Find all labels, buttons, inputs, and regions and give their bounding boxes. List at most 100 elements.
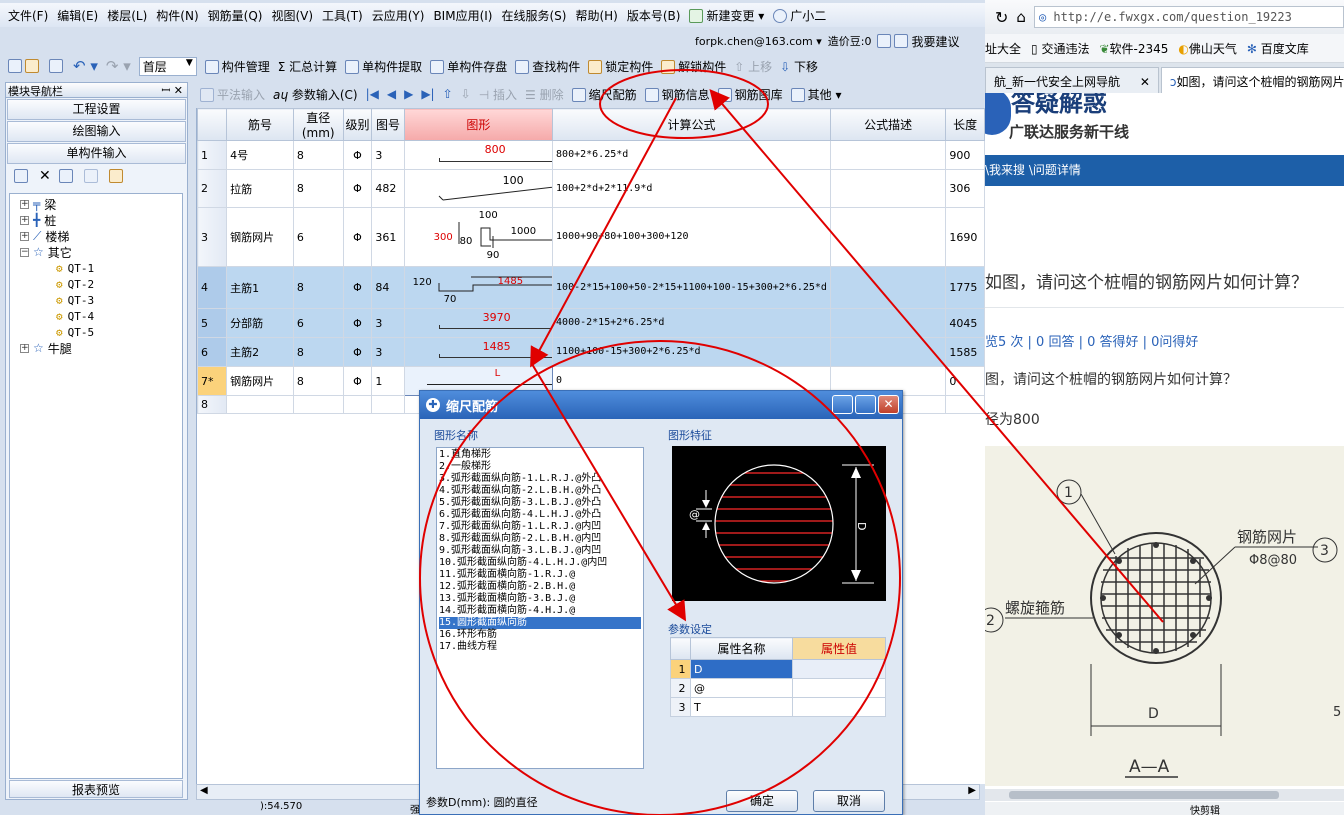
move-down-button[interactable]: ⇩ 下移 [780, 58, 818, 75]
shape-cell[interactable]: 100 [403, 169, 554, 208]
shape-list-item[interactable]: 12.弧形截面横向筋-2.B.H.@ [439, 581, 641, 593]
menu-file[interactable]: 文件(F) [8, 7, 48, 24]
shape-list-item[interactable]: 7.弧形截面纵向筋-1.L.R.J.@内凹 [439, 521, 641, 533]
shape-list-item[interactable]: 2.一般梯形 [439, 461, 641, 473]
save-component-button[interactable]: 单构件存盘 [430, 58, 507, 75]
menu-new-change[interactable]: 新建变更 ▾ [689, 7, 764, 24]
unlock-component-button[interactable]: 解锁构件 [661, 58, 726, 75]
tree-leaf-qt2[interactable]: ⚙ QT-2 [56, 276, 94, 292]
save-icon[interactable] [49, 59, 63, 73]
nav-pin-close-icon[interactable]: ꟷ ✕ [161, 83, 183, 97]
address-bar[interactable]: ◎ http://e.fwxgx.com/question_19223 [1033, 6, 1344, 28]
delete-x-icon[interactable]: ✕ [39, 168, 51, 184]
other-button[interactable]: 其他 ▾ [790, 86, 842, 103]
first-record-icon[interactable]: |◀ [366, 87, 379, 101]
copy-icon[interactable] [58, 169, 73, 183]
tab-nav[interactable]: 航_新一代安全上网导航 ✕ [985, 67, 1159, 93]
shape-cell[interactable]: 800 [403, 140, 554, 170]
flat-input-button[interactable]: 平法输入 [200, 86, 265, 103]
shape-list-item[interactable]: 17.曲线方程 [439, 641, 641, 653]
param-row-spacing[interactable]: 2 @ [670, 678, 886, 698]
tree-leaf-qt1[interactable]: ⚙ QT-1 [56, 260, 94, 276]
minimize-button[interactable] [832, 395, 853, 414]
paste-icon[interactable] [83, 169, 98, 183]
shape-list-item[interactable]: 4.弧形截面纵向筋-2.L.B.H.@外凸 [439, 485, 641, 497]
project-settings-button[interactable]: 工程设置 [7, 99, 186, 120]
refresh-icon[interactable]: ↻ [995, 8, 1008, 27]
param-spacing-value[interactable] [792, 678, 886, 698]
param-row-t[interactable]: 3T [670, 697, 886, 717]
table-row[interactable]: 6 主筋2 8 Φ 3 1485 1100+100-15+300+2*6.25*… [197, 337, 985, 367]
table-row[interactable]: 4 主筋1 8 Φ 84 120 70 1485 100-2*15+100+50… [197, 266, 985, 309]
menu-view[interactable]: 视图(V) [271, 7, 313, 24]
param-row-d[interactable]: 1D [670, 659, 886, 679]
floor-select[interactable]: 首层 ▼ [138, 56, 197, 76]
menu-rebar-qty[interactable]: 钢筋量(Q) [208, 7, 263, 24]
tree-leaf-qt4[interactable]: ⚙ QT-4 [56, 308, 94, 324]
quick-clip-label[interactable]: 快剪辑 [1190, 802, 1220, 815]
bookmark-item[interactable]: ✻ 百度文库 [1247, 40, 1309, 57]
bookmark-item[interactable]: ❦软件-2345 [1099, 40, 1168, 57]
close-button[interactable]: ✕ [878, 395, 899, 414]
summary-calc-button[interactable]: Σ 汇总计算 [278, 58, 337, 75]
report-preview-button[interactable]: 报表预览 [9, 780, 183, 798]
prev-record-icon[interactable]: ◀ [387, 87, 396, 101]
ok-button[interactable]: 确定 [726, 790, 798, 812]
menu-tools[interactable]: 工具(T) [322, 7, 363, 24]
shape-list-item[interactable]: 15.圆形截面纵向筋 [439, 617, 641, 629]
table-row[interactable]: 3 钢筋网片 6 Φ 361 300 100 80 90 1000 120 10… [197, 207, 985, 267]
delete-button[interactable]: ☰ 删除 [525, 86, 564, 103]
bookmark-item[interactable]: 址大全 [985, 40, 1021, 57]
tree-leaf-qt3[interactable]: ⚙ QT-3 [56, 292, 94, 308]
shape-list-item[interactable]: 5.弧形截面纵向筋-3.L.B.J.@外凸 [439, 497, 641, 509]
maximize-button[interactable] [855, 395, 876, 414]
tree-leaf-qt5[interactable]: ⚙ QT-5 [56, 324, 94, 340]
tree-node-corbel[interactable]: + ☆ 牛腿 [20, 340, 72, 356]
menu-version[interactable]: 版本号(B) [627, 7, 681, 24]
cancel-button[interactable]: 取消 [813, 790, 885, 812]
shape-list-item[interactable]: 6.弧形截面纵向筋-4.L.H.J.@外凸 [439, 509, 641, 521]
home-icon[interactable]: ⌂ [1016, 8, 1026, 26]
last-record-icon[interactable]: ▶| [421, 87, 434, 101]
table-row[interactable]: 2 拉筋 8 Φ 482 100 100+2*d+2*11.9*d 306 [197, 169, 985, 208]
undo-icon[interactable]: ↶ ▾ [73, 57, 98, 75]
list-view-icon[interactable] [14, 169, 28, 183]
param-d-value[interactable] [792, 659, 886, 679]
browser-scrollbar[interactable] [985, 789, 1344, 801]
shape-list[interactable]: 1.直角梯形 2.一般梯形 3.弧形截面纵向筋-1.L.R.J.@外凸 4.弧形截面纵… [436, 447, 644, 769]
shape-list-item[interactable]: 13.弧形截面横向筋-3.B.J.@ [439, 593, 641, 605]
menu-help[interactable]: 帮助(H) [575, 7, 617, 24]
tree-node-other[interactable]: − ☆ 其它 [20, 244, 72, 260]
shape-list-item[interactable]: 3.弧形截面纵向筋-1.L.R.J.@外凸 [439, 473, 641, 485]
shape-list-item[interactable]: 8.弧形截面纵向筋-2.L.B.H.@内凹 [439, 533, 641, 545]
clipboard-icon[interactable] [108, 169, 123, 183]
lock-component-button[interactable]: 锁定构件 [588, 58, 653, 75]
param-t-value[interactable] [792, 697, 886, 717]
user-email[interactable]: forpk.chen@163.com ▾ [695, 35, 822, 48]
table-row[interactable]: 1 4号 8 Φ 3 800 800+2*6.25*d 900 [197, 140, 985, 170]
shape-list-item[interactable]: 10.弧形截面纵向筋-4.L.H.J.@内凹 [439, 557, 641, 569]
component-manage-button[interactable]: 构件管理 [204, 58, 270, 75]
menu-edit[interactable]: 编辑(E) [57, 7, 98, 24]
menu-component[interactable]: 构件(N) [156, 7, 198, 24]
shape-cell[interactable]: 3970 [403, 308, 554, 338]
bell-icon[interactable] [877, 34, 892, 48]
row-up-icon[interactable]: ⇧ [443, 87, 453, 101]
shape-cell[interactable]: 120 70 1485 [403, 266, 554, 309]
single-component-input-button[interactable]: 单构件输入 [7, 143, 186, 164]
scale-rebar-button[interactable]: 缩尺配筋 [571, 86, 637, 103]
new-file-icon[interactable] [8, 59, 22, 73]
tab-close-icon[interactable]: ✕ [1140, 75, 1150, 89]
shape-cell[interactable]: 300 100 80 90 1000 120 [403, 207, 554, 267]
tree-node-beam[interactable]: + ╤ 梁 [20, 196, 56, 212]
shape-list-item[interactable]: 11.弧形截面横向筋-1.R.J.@ [439, 569, 641, 581]
breadcrumb[interactable]: \我来搜 \问题详情 [985, 163, 1081, 177]
menu-assistant[interactable]: 广小二 [773, 7, 826, 24]
tab-question[interactable]: ↄ如图，请问这个桩帽的钢筋网片如何计算？ [1160, 67, 1344, 93]
row-down-icon[interactable]: ⇩ [461, 87, 471, 101]
menu-bim[interactable]: BIM应用(I) [433, 7, 492, 24]
suggest-link[interactable]: 我要建议 [911, 33, 959, 50]
tree-node-pile[interactable]: + ╋ 桩 [20, 212, 56, 228]
table-row[interactable]: 5 分部筋 6 Φ 3 3970 4000-2*15+2*6.25*d 4045 [197, 308, 985, 338]
rebar-info-button[interactable]: 钢筋信息 [644, 86, 710, 103]
